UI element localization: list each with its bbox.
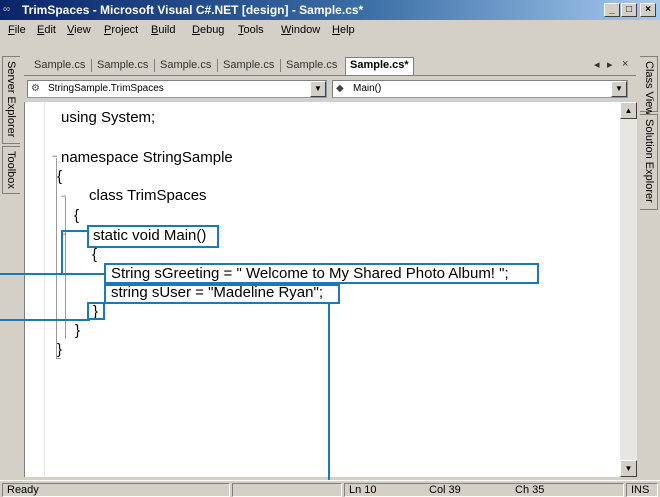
- menu-bar: File Edit View Project Build Debug Tools…: [0, 20, 660, 40]
- tab-separator: [217, 59, 218, 72]
- code-editor[interactable]: − − − using System; namespace StringSamp…: [24, 102, 620, 477]
- method-icon: ◆: [336, 83, 344, 94]
- code-brace: }: [57, 341, 63, 358]
- solution-explorer-tab[interactable]: Solution Explorer: [640, 114, 658, 210]
- status-col: Col 39: [429, 484, 461, 496]
- status-bar: Ready Ln 10 Col 39 Ch 35 INS: [0, 480, 660, 497]
- menu-file[interactable]: File: [8, 24, 26, 36]
- code-user: string sUser = "Madeline Ryan";: [111, 284, 323, 301]
- callout-leader: [0, 319, 90, 321]
- editor-gutter: [25, 102, 45, 477]
- outline-line: [56, 158, 57, 358]
- code-brace: {: [57, 168, 63, 185]
- outline-line: [56, 358, 61, 359]
- menu-help[interactable]: Help: [332, 24, 355, 36]
- code-brace: }: [93, 303, 99, 320]
- navigation-bar: ⚙ StringSample.TrimSpaces ▼ ◆ Main() ▼: [24, 77, 636, 101]
- class-dropdown[interactable]: ⚙ StringSample.TrimSpaces ▼: [27, 80, 327, 98]
- class-dropdown-value: StringSample.TrimSpaces: [48, 83, 164, 94]
- app-icon[interactable]: ∞: [3, 4, 19, 16]
- tab-separator: [280, 59, 281, 72]
- tab-separator: [91, 59, 92, 72]
- menu-view[interactable]: View: [67, 24, 91, 36]
- code-brace: }: [75, 322, 81, 339]
- menu-window[interactable]: Window: [281, 24, 320, 36]
- status-ins: INS: [626, 483, 658, 497]
- code-greeting: String sGreeting = " Welcome to My Share…: [111, 265, 509, 282]
- vertical-scrollbar[interactable]: ▲ ▼: [620, 102, 637, 477]
- code-method: static void Main(): [93, 227, 207, 244]
- close-tab-icon[interactable]: ×: [622, 58, 628, 70]
- tab-sample-4[interactable]: Sample.cs: [223, 59, 274, 71]
- member-dropdown-value: Main(): [353, 83, 382, 94]
- class-icon: ⚙: [31, 83, 40, 94]
- server-explorer-tab[interactable]: Server Explorer: [2, 56, 20, 144]
- callout-leader: [61, 230, 88, 232]
- title-bar: ∞ TrimSpaces - Microsoft Visual C#.NET […: [0, 0, 660, 20]
- document-tabs: Sample.cs Sample.cs Sample.cs Sample.cs …: [24, 54, 636, 76]
- menu-project[interactable]: Project: [104, 24, 138, 36]
- menu-debug[interactable]: Debug: [192, 24, 224, 36]
- window-title: TrimSpaces - Microsoft Visual C#.NET [de…: [22, 3, 364, 17]
- code-brace: {: [92, 246, 98, 263]
- minimize-button[interactable]: _: [604, 3, 620, 17]
- code-brace: {: [74, 207, 80, 224]
- tab-sample-3[interactable]: Sample.cs: [160, 59, 211, 71]
- right-tool-strip: Class View Solution Explorer: [638, 54, 660, 480]
- maximize-button[interactable]: □: [621, 3, 637, 17]
- code-class: class TrimSpaces: [89, 187, 207, 204]
- tab-sample-active[interactable]: Sample.cs*: [345, 57, 414, 75]
- chevron-down-icon[interactable]: ▼: [611, 81, 627, 97]
- tab-sample-1[interactable]: Sample.cs: [34, 59, 85, 71]
- scroll-down-button[interactable]: ▼: [620, 460, 637, 477]
- callout-leader: [61, 230, 63, 274]
- member-dropdown[interactable]: ◆ Main() ▼: [332, 80, 628, 98]
- status-empty: [232, 483, 342, 497]
- code-namespace: namespace StringSample: [61, 149, 233, 166]
- tab-separator: [154, 59, 155, 72]
- status-ch: Ch 35: [515, 484, 545, 496]
- menu-edit[interactable]: Edit: [37, 24, 56, 36]
- collapse-class-icon[interactable]: −: [61, 192, 66, 202]
- outline-line: [65, 237, 66, 317]
- menu-build[interactable]: Build: [151, 24, 175, 36]
- left-tool-strip: Server Explorer Toolbox: [0, 54, 22, 480]
- status-position: Ln 10 Col 39 Ch 35: [344, 483, 624, 497]
- tab-sample-2[interactable]: Sample.cs: [97, 59, 148, 71]
- scroll-up-button[interactable]: ▲: [620, 102, 637, 119]
- tab-sample-5[interactable]: Sample.cs: [286, 59, 337, 71]
- chevron-down-icon[interactable]: ▼: [310, 81, 326, 97]
- status-ready: Ready: [2, 483, 230, 497]
- callout-leader: [328, 303, 330, 497]
- toolbox-tab[interactable]: Toolbox: [2, 146, 20, 194]
- status-line: Ln 10: [349, 484, 377, 496]
- collapse-namespace-icon[interactable]: −: [52, 152, 57, 162]
- class-view-tab[interactable]: Class View: [640, 56, 658, 115]
- menu-tools[interactable]: Tools: [238, 24, 264, 36]
- callout-leader: [0, 273, 104, 275]
- scroll-tabs-left-icon[interactable]: ◂: [594, 58, 600, 71]
- close-button[interactable]: ×: [640, 3, 656, 17]
- scroll-tabs-right-icon[interactable]: ▸: [607, 58, 613, 71]
- code-using: using System;: [61, 109, 156, 126]
